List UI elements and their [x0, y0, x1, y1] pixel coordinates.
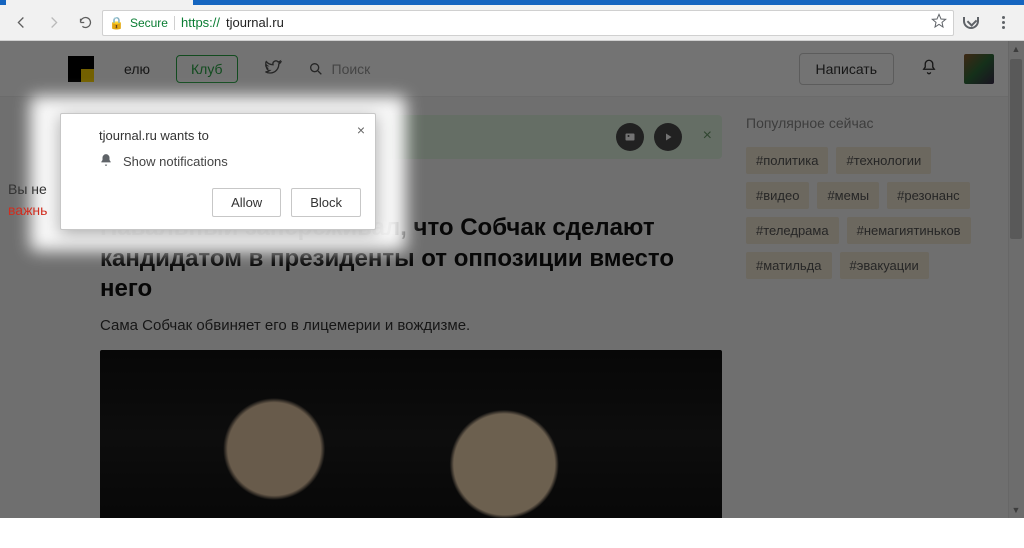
reload-button[interactable] [70, 9, 100, 37]
browser-tab[interactable]: TJ — новости интернета × [6, 0, 193, 5]
bookmark-star-icon[interactable] [931, 13, 947, 32]
tag[interactable]: #видео [746, 182, 809, 209]
notifications-icon[interactable] [920, 58, 938, 79]
new-tab-button[interactable]: ▱ [199, 0, 223, 5]
address-bar[interactable]: 🔒 Secure https:// tjournal.ru [102, 10, 954, 36]
tag[interactable]: #резонанс [887, 182, 970, 209]
allow-button[interactable]: Allow [212, 188, 281, 217]
scroll-thumb[interactable] [1010, 59, 1022, 239]
sidebar-title: Популярное сейчас [746, 115, 994, 131]
tag[interactable]: #матильда [746, 252, 832, 279]
tag[interactable]: #немагиятиньков [847, 217, 971, 244]
page-viewport: елю Клуб Поиск Написать [0, 41, 1024, 518]
tag[interactable]: #политика [746, 147, 828, 174]
scroll-down-button[interactable]: ▼ [1008, 502, 1024, 518]
scrollbar[interactable]: ▲ ▼ [1008, 41, 1024, 518]
separator [174, 16, 175, 30]
back-button[interactable] [6, 9, 36, 37]
pocket-extension-icon[interactable] [956, 9, 986, 37]
banner-image-icon[interactable] [616, 123, 644, 151]
url-host: tjournal.ru [226, 15, 284, 30]
club-button[interactable]: Клуб [176, 55, 238, 83]
article-hero-image [100, 350, 722, 518]
write-button[interactable]: Написать [799, 53, 894, 85]
twitter-icon[interactable] [264, 58, 282, 79]
secure-label: Secure [130, 16, 168, 30]
omnibar: 🔒 Secure https:// tjournal.ru [0, 5, 1024, 41]
site-header: елю Клуб Поиск Написать [0, 41, 1024, 97]
article-subtitle: Сама Собчак обвиняет его в лицемерии и в… [100, 317, 722, 334]
nav-link-fragment[interactable]: елю [124, 61, 150, 77]
permission-dialog: × tjournal.ru wants to Show notification… [60, 113, 376, 230]
avatar[interactable] [964, 54, 994, 84]
forward-button[interactable] [38, 9, 68, 37]
permission-close-button[interactable]: × [357, 122, 365, 138]
lock-icon: 🔒 [109, 16, 124, 30]
tag-list: #политика #технологии #видео #мемы #резо… [746, 147, 994, 279]
scroll-up-button[interactable]: ▲ [1008, 41, 1024, 57]
tag[interactable]: #эвакуации [840, 252, 929, 279]
url-protocol: https:// [181, 15, 220, 30]
block-button[interactable]: Block [291, 188, 361, 217]
permission-item: Show notifications [123, 154, 228, 169]
tag[interactable]: #мемы [817, 182, 879, 209]
search-placeholder: Поиск [332, 61, 371, 77]
search-group[interactable]: Поиск [308, 61, 371, 77]
tag[interactable]: #теледрама [746, 217, 839, 244]
banner-close-button[interactable]: × [703, 127, 712, 145]
banner-play-icon[interactable] [654, 123, 682, 151]
tag[interactable]: #технологии [836, 147, 931, 174]
permission-title: tjournal.ru wants to [99, 128, 361, 143]
bell-icon [99, 153, 113, 170]
chrome-menu-button[interactable] [988, 9, 1018, 37]
site-logo-icon[interactable] [68, 56, 94, 82]
